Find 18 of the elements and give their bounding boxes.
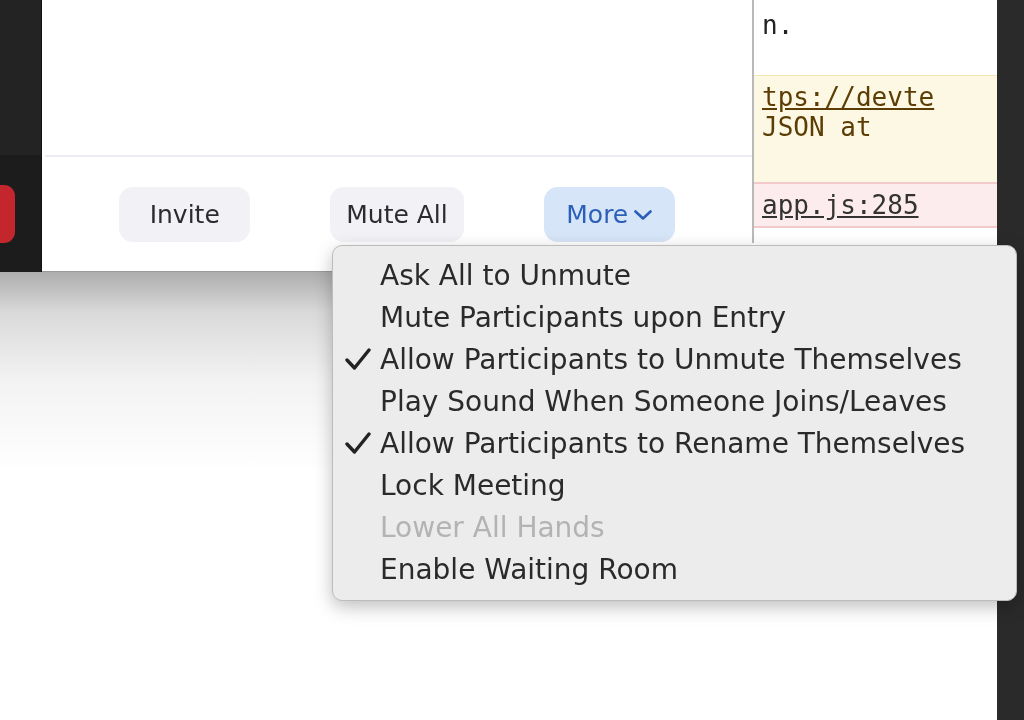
action-button[interactable]: Invite	[119, 187, 251, 242]
link-text[interactable]: app.js:285	[762, 190, 919, 220]
link-text[interactable]: tps://devte	[762, 82, 935, 112]
menu-item[interactable]: Lock Meeting	[333, 464, 1016, 506]
menu-item[interactable]: Enable Waiting Room	[333, 548, 1016, 590]
dropdown-button[interactable]: More	[543, 187, 675, 242]
menu-item[interactable]: Mute Participants upon Entry	[333, 296, 1016, 338]
caret-icon	[634, 209, 653, 220]
menu-item[interactable]: Ask All to Unmute	[333, 254, 1016, 296]
check-icon	[345, 348, 371, 370]
log-text: n.	[762, 10, 794, 40]
action-button[interactable]: Mute All	[330, 187, 464, 242]
partial-button[interactable]	[0, 185, 15, 243]
menu-item[interactable]: Play Sound When Someone Joins/Leaves	[333, 380, 1016, 422]
check-icon	[345, 432, 371, 454]
log-text: JSON at	[762, 112, 872, 142]
menu-item[interactable]: Allow Participants to Unmute Themselves	[333, 338, 1016, 380]
menu-item[interactable]: Allow Participants to Rename Themselves	[333, 422, 1016, 464]
